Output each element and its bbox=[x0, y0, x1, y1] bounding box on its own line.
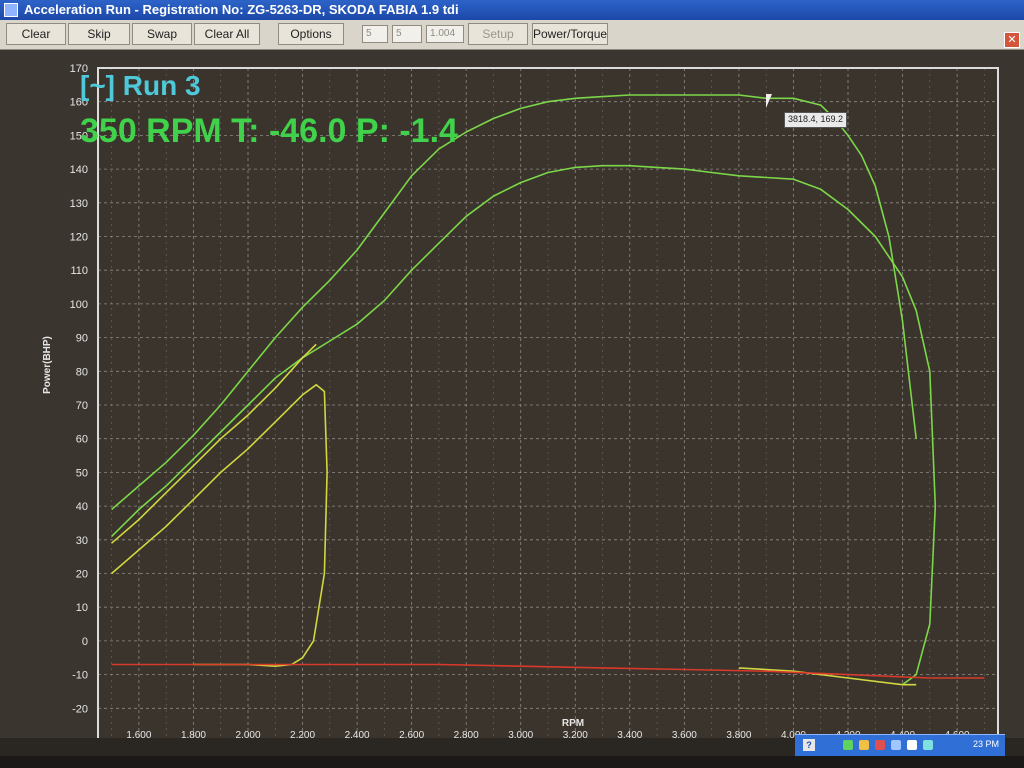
y-tick-label: 90 bbox=[76, 333, 88, 345]
options-button[interactable]: Options bbox=[278, 23, 344, 45]
plot-background bbox=[97, 67, 999, 738]
power-chart: -30 -20 -10 0 10 20 30 40 50 60 70 80 90 100 110 120 130… bbox=[42, 63, 999, 738]
param-field-1[interactable]: 5 bbox=[362, 25, 388, 43]
live-readout: 350 RPM T: -46.0 P: -1.4 bbox=[80, 112, 458, 150]
x-tick-label: 1,800 bbox=[181, 730, 206, 738]
y-tick-label: 30 bbox=[76, 535, 88, 547]
y-axis-label: Power(BHP) bbox=[42, 336, 53, 394]
y-tick-label: 80 bbox=[76, 366, 88, 378]
tray-volume-icon[interactable] bbox=[859, 740, 869, 750]
x-tick-label: 3,800 bbox=[726, 730, 751, 738]
close-icon[interactable]: ✕ bbox=[1004, 32, 1020, 48]
window-title: Acceleration Run - Registration No: ZG-5… bbox=[24, 2, 459, 17]
taskbar-clock: 23 PM bbox=[972, 739, 999, 749]
x-tick-label: 3,400 bbox=[617, 730, 642, 738]
y-tick-label: 60 bbox=[76, 434, 88, 446]
run-title: [~] Run 3 bbox=[80, 70, 201, 101]
tray-network-icon[interactable] bbox=[843, 740, 853, 750]
swap-button[interactable]: Swap bbox=[132, 23, 192, 45]
cursor-tooltip: 3818.4, 169.2 bbox=[784, 112, 848, 128]
window-titlebar: Acceleration Run - Registration No: ZG-5… bbox=[0, 0, 1024, 20]
y-tick-label: -30 bbox=[72, 737, 88, 738]
y-tick-label: 0 bbox=[82, 636, 88, 648]
toolbar: Clear Skip Swap Clear All Options 5 5 1.… bbox=[0, 20, 1024, 50]
x-tick-label: 3,600 bbox=[672, 730, 697, 738]
taskbar: ? 23 PM bbox=[795, 734, 1005, 756]
mouse-cursor-icon bbox=[766, 94, 772, 108]
x-tick-label: 2,600 bbox=[399, 730, 424, 738]
x-tick-label: 2,200 bbox=[290, 730, 315, 738]
y-tick-label: 100 bbox=[70, 299, 88, 311]
x-tick-label: 2,800 bbox=[454, 730, 479, 738]
x-tick-label: 3,200 bbox=[563, 730, 588, 738]
y-tick-label: 140 bbox=[70, 164, 88, 176]
y-tick-label: 70 bbox=[76, 400, 88, 412]
tray-app-icon[interactable] bbox=[907, 740, 917, 750]
y-tick-label: 130 bbox=[70, 198, 88, 210]
skip-button[interactable]: Skip bbox=[68, 23, 130, 45]
tray-usb-icon[interactable] bbox=[891, 740, 901, 750]
y-tick-label: 120 bbox=[70, 232, 88, 244]
setup-button[interactable]: Setup bbox=[468, 23, 528, 45]
clear-all-button[interactable]: Clear All bbox=[194, 23, 260, 45]
y-tick-label: -10 bbox=[72, 670, 88, 682]
y-tick-label: 10 bbox=[76, 602, 88, 614]
monitor-bezel bbox=[0, 756, 1024, 768]
app-icon bbox=[4, 3, 18, 17]
y-tick-label: 20 bbox=[76, 569, 88, 581]
x-tick-label: 2,400 bbox=[345, 730, 370, 738]
help-icon[interactable]: ? bbox=[803, 739, 815, 751]
x-tick-label: 2,000 bbox=[235, 730, 260, 738]
tray-security-icon[interactable] bbox=[875, 740, 885, 750]
param-field-2[interactable]: 5 bbox=[392, 25, 422, 43]
clear-button[interactable]: Clear bbox=[6, 23, 66, 45]
y-tick-label: 110 bbox=[70, 265, 88, 277]
y-tick-label: 40 bbox=[76, 501, 88, 513]
param-field-3[interactable]: 1.004 bbox=[426, 25, 464, 43]
power-torque-button[interactable]: Power/Torque bbox=[532, 23, 608, 45]
x-axis-label: RPM bbox=[562, 718, 584, 729]
x-tick-label: 3,000 bbox=[508, 730, 533, 738]
tray-display-icon[interactable] bbox=[923, 740, 933, 750]
y-tick-label: -20 bbox=[72, 703, 88, 715]
y-tick-label: 50 bbox=[76, 467, 88, 479]
x-tick-label: 1,600 bbox=[126, 730, 151, 738]
